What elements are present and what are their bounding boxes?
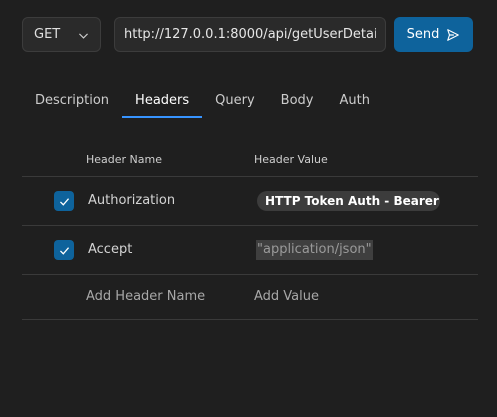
header-row: Authorization HTTP Token Auth - Bearer z… (22, 177, 478, 226)
header-name-field[interactable]: Authorization (88, 193, 175, 208)
add-header-name-input[interactable]: Add Header Name (86, 289, 205, 304)
request-tabs: Description Headers Query Body Auth (22, 84, 383, 118)
checkmark-icon (59, 197, 69, 206)
headers-table-header: Header Name Header Value (22, 148, 478, 177)
header-name-field[interactable]: Accept (88, 242, 132, 257)
header-enabled-checkbox[interactable] (54, 240, 74, 260)
tab-auth[interactable]: Auth (327, 84, 383, 118)
header-enabled-checkbox[interactable] (54, 191, 74, 211)
method-select[interactable]: GET (22, 17, 101, 52)
tab-headers[interactable]: Headers (122, 84, 203, 118)
send-icon (447, 28, 460, 41)
chevron-down-icon (79, 33, 88, 39)
tab-query[interactable]: Query (202, 84, 268, 118)
url-input[interactable] (114, 17, 386, 52)
method-label: GET (34, 27, 61, 42)
send-button[interactable]: Send (394, 17, 473, 52)
new-header-row: Add Header Name Add Value (22, 275, 478, 320)
header-row: Accept "application/json" (22, 226, 478, 275)
column-header-value: Header Value (254, 153, 328, 166)
column-header-name: Header Name (86, 153, 163, 166)
add-header-value-input[interactable]: Add Value (254, 289, 319, 304)
checkmark-icon (59, 246, 69, 255)
send-label: Send (406, 27, 440, 42)
tab-description[interactable]: Description (22, 84, 122, 118)
header-value-field[interactable]: "application/json" (256, 240, 373, 260)
tab-body[interactable]: Body (268, 84, 327, 118)
header-value-token[interactable]: HTTP Token Auth - Bearer zN (257, 191, 440, 211)
